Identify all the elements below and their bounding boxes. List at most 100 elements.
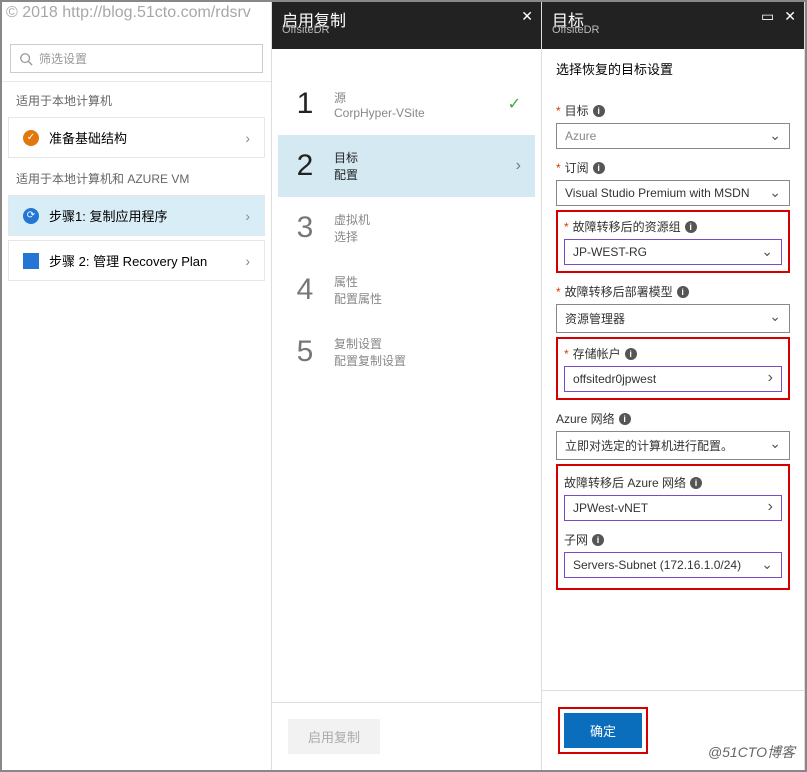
- required-marker: *: [564, 220, 569, 234]
- highlight-ok-button: 确定: [558, 707, 648, 754]
- field-subscription: * 订阅 i Visual Studio Premium with MSDN: [556, 159, 790, 206]
- step-sub: 配置复制设置: [334, 352, 406, 369]
- deploy-model-label: 故障转移后部署模型: [565, 283, 673, 300]
- search-icon: [19, 52, 33, 66]
- close-icon[interactable]: ✕: [784, 8, 796, 25]
- nav-step2-label: 步骤 2: 管理 Recovery Plan: [49, 251, 207, 270]
- highlight-resource-group: * 故障转移后的资源组 i JP-WEST-RG: [556, 210, 790, 273]
- replicate-icon: ⟳: [23, 208, 39, 224]
- deploy-model-value: 资源管理器: [565, 310, 625, 327]
- nav-prepare-infrastructure[interactable]: ✓ 准备基础结构 ›: [8, 117, 265, 158]
- step-label: 复制设置: [334, 335, 406, 352]
- nav-step2-recovery-plan[interactable]: 步骤 2: 管理 Recovery Plan ›: [8, 240, 265, 281]
- nav-prepare-label: 准备基础结构: [49, 128, 127, 147]
- deploy-model-select[interactable]: 资源管理器: [556, 304, 790, 333]
- search-placeholder: 筛选设置: [39, 50, 87, 67]
- step-vm[interactable]: 3 虚拟机选择: [278, 197, 535, 259]
- subnet-label: 子网: [564, 531, 588, 548]
- resource-group-select[interactable]: JP-WEST-RG: [564, 239, 782, 265]
- storage-value: offsitedr0jpwest: [573, 372, 656, 386]
- step-num: 2: [294, 149, 316, 183]
- mid-footer: 启用复制: [272, 702, 541, 770]
- step-label: 源: [334, 89, 425, 106]
- resource-group-label: 故障转移后的资源组: [573, 218, 681, 235]
- close-icon[interactable]: ✕: [521, 8, 533, 25]
- field-target: * 目标 i Azure: [556, 102, 790, 149]
- subnet-select[interactable]: Servers-Subnet (172.16.1.0/24): [564, 552, 782, 578]
- target-panel: 目标 OffsiteDR ▭ ✕ 选择恢复的目标设置 * 目标 i Azure * 订…: [542, 2, 805, 770]
- step-sub: 选择: [334, 228, 370, 245]
- subscription-value: Visual Studio Premium with MSDN: [565, 186, 750, 200]
- step-label: 目标: [334, 149, 358, 166]
- step-target[interactable]: 2 目标配置 ›: [278, 135, 535, 197]
- info-icon[interactable]: i: [685, 221, 697, 233]
- highlight-storage-account: * 存储帐户 i offsitedr0jpwest: [556, 337, 790, 400]
- subscription-select[interactable]: Visual Studio Premium with MSDN: [556, 180, 790, 206]
- highlight-network-section: 故障转移后 Azure 网络 i JPWest-vNET 子网 i Servers-…: [556, 464, 790, 590]
- post-failover-network-value: JPWest-vNET: [573, 501, 648, 515]
- target-description: 选择恢复的目标设置: [542, 49, 804, 84]
- info-icon[interactable]: i: [593, 162, 605, 174]
- maximize-icon[interactable]: ▭: [761, 8, 774, 25]
- azure-network-value: 立即对选定的计算机进行配置。: [565, 437, 733, 454]
- step-num: 1: [294, 87, 316, 121]
- nav-step1-label: 步骤1: 复制应用程序: [49, 206, 167, 225]
- field-azure-network: Azure 网络 i 立即对选定的计算机进行配置。: [556, 410, 790, 460]
- post-failover-network-select[interactable]: JPWest-vNET: [564, 495, 782, 521]
- info-icon[interactable]: i: [619, 413, 631, 425]
- step-label: 虚拟机: [334, 211, 370, 228]
- mid-subtitle: OffsiteDR: [282, 24, 329, 36]
- step-sub: 配置属性: [334, 290, 382, 307]
- chevron-right-icon: ›: [245, 130, 250, 146]
- info-icon[interactable]: i: [593, 105, 605, 117]
- storage-account-select[interactable]: offsitedr0jpwest: [564, 366, 782, 392]
- prepare-icon: ✓: [23, 130, 39, 146]
- target-select[interactable]: Azure: [556, 123, 790, 149]
- section-azure-label: 适用于本地计算机和 AZURE VM: [2, 160, 271, 193]
- resource-group-value: JP-WEST-RG: [573, 245, 647, 259]
- required-marker: *: [556, 285, 561, 299]
- required-marker: *: [556, 161, 561, 175]
- step-label: 属性: [334, 273, 382, 290]
- step-sub: 配置: [334, 166, 358, 183]
- info-icon[interactable]: i: [592, 534, 604, 546]
- step-source[interactable]: 1 源CorpHyper-VSite ✓: [278, 73, 535, 135]
- wizard-steps: 1 源CorpHyper-VSite ✓ 2 目标配置 › 3 虚拟机选择 4 …: [272, 49, 541, 702]
- enable-replication-button[interactable]: 启用复制: [288, 719, 380, 754]
- target-label: 目标: [565, 102, 589, 119]
- required-marker: *: [556, 104, 561, 118]
- info-icon[interactable]: i: [625, 348, 637, 360]
- step-sub: CorpHyper-VSite: [334, 106, 425, 120]
- step-num: 3: [294, 211, 316, 245]
- post-failover-network-label: 故障转移后 Azure 网络: [564, 474, 686, 491]
- required-marker: *: [564, 347, 569, 361]
- search-input[interactable]: 筛选设置: [10, 44, 263, 73]
- target-value: Azure: [565, 129, 596, 143]
- chevron-right-icon: ›: [245, 253, 250, 269]
- settings-sidebar: 筛选设置 适用于本地计算机 ✓ 准备基础结构 › 适用于本地计算机和 AZURE …: [2, 2, 272, 770]
- step-replication-settings[interactable]: 5 复制设置配置复制设置: [278, 321, 535, 383]
- watermark-bottom-right: @51CTO博客: [708, 742, 795, 762]
- check-icon: ✓: [508, 94, 521, 114]
- azure-network-select[interactable]: 立即对选定的计算机进行配置。: [556, 431, 790, 460]
- right-header: 目标 OffsiteDR ▭ ✕: [542, 2, 804, 49]
- info-icon[interactable]: i: [690, 477, 702, 489]
- subscription-label: 订阅: [565, 159, 589, 176]
- step-properties[interactable]: 4 属性配置属性: [278, 259, 535, 321]
- enable-replication-panel: 启用复制 OffsiteDR ✕ 1 源CorpHyper-VSite ✓ 2 …: [272, 2, 542, 770]
- info-icon[interactable]: i: [677, 286, 689, 298]
- nav-step1-replicate[interactable]: ⟳ 步骤1: 复制应用程序 ›: [8, 195, 265, 236]
- step-num: 5: [294, 335, 316, 369]
- field-deployment-model: * 故障转移后部署模型 i 资源管理器: [556, 283, 790, 333]
- recovery-plan-icon: [23, 253, 39, 269]
- chevron-right-icon: ›: [245, 208, 250, 224]
- subnet-value: Servers-Subnet (172.16.1.0/24): [573, 558, 741, 572]
- azure-network-label: Azure 网络: [556, 410, 615, 427]
- ok-button[interactable]: 确定: [564, 713, 642, 748]
- step-num: 4: [294, 273, 316, 307]
- mid-header: 启用复制 OffsiteDR ✕: [272, 2, 541, 49]
- right-subtitle: OffsiteDR: [552, 24, 599, 36]
- section-local-label: 适用于本地计算机: [2, 82, 271, 115]
- chevron-right-icon: ›: [516, 157, 521, 175]
- storage-label: 存储帐户: [573, 345, 621, 362]
